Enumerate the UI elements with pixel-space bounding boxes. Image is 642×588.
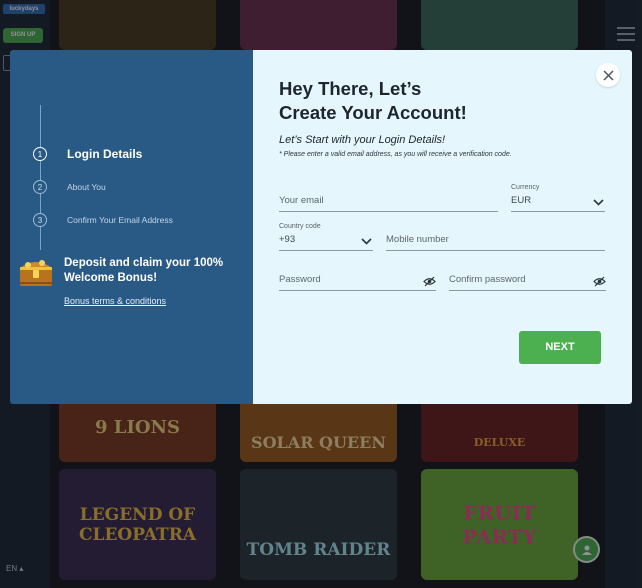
step-label: Login Details: [67, 147, 143, 161]
step-about-you: 2 About You: [33, 180, 106, 194]
chevron-down-icon: [361, 238, 372, 245]
welcome-bonus-promo: Deposit and claim your 100% Welcome Bonu…: [64, 257, 224, 284]
currency-select[interactable]: Currency EUR: [511, 184, 605, 212]
step-label: About You: [67, 182, 106, 192]
form-panel: Hey There, Let’s Create Your Account! Le…: [253, 50, 632, 404]
country-code-label: Country code: [279, 223, 321, 230]
close-icon: [602, 69, 614, 81]
steps-panel: 1 Login Details 2 About You 3 Confirm Yo…: [10, 50, 253, 404]
country-code-value: +93: [279, 234, 296, 245]
email-field[interactable]: Your email: [279, 192, 498, 212]
treasure-chest-icon: [20, 260, 52, 286]
step-label: Confirm Your Email Address: [67, 215, 173, 225]
currency-label: Currency: [511, 184, 540, 191]
confirm-password-field[interactable]: Confirm password: [449, 271, 606, 291]
eye-slash-icon[interactable]: [423, 276, 436, 287]
steps-line: [40, 105, 41, 250]
next-button[interactable]: NEXT: [519, 331, 601, 364]
title-line-2: Create Your Account!: [279, 102, 467, 123]
country-code-select[interactable]: Country code +93: [279, 223, 373, 251]
chevron-down-icon: [593, 199, 604, 206]
signup-modal: 1 Login Details 2 About You 3 Confirm Yo…: [10, 50, 632, 404]
step-number: 2: [33, 180, 47, 194]
step-number: 1: [33, 147, 47, 161]
step-number: 3: [33, 213, 47, 227]
page-title: Hey There, Let’s Create Your Account!: [279, 77, 467, 125]
title-line-1: Hey There, Let’s: [279, 78, 422, 99]
currency-value: EUR: [511, 195, 532, 206]
password-field[interactable]: Password: [279, 271, 436, 291]
mobile-number-field[interactable]: Mobile number: [386, 231, 605, 251]
email-note: * Please enter a valid email address, as…: [279, 151, 512, 158]
bonus-terms-link[interactable]: Bonus terms & conditions: [64, 296, 166, 306]
close-button[interactable]: [596, 63, 620, 87]
confirm-password-placeholder: Confirm password: [449, 274, 526, 285]
mobile-placeholder: Mobile number: [386, 234, 449, 245]
step-confirm-email: 3 Confirm Your Email Address: [33, 213, 173, 227]
subtitle: Let’s Start with your Login Details!: [279, 134, 446, 146]
step-login-details: 1 Login Details: [33, 147, 142, 161]
email-placeholder: Your email: [279, 195, 324, 206]
eye-slash-icon[interactable]: [593, 276, 606, 287]
password-placeholder: Password: [279, 274, 321, 285]
